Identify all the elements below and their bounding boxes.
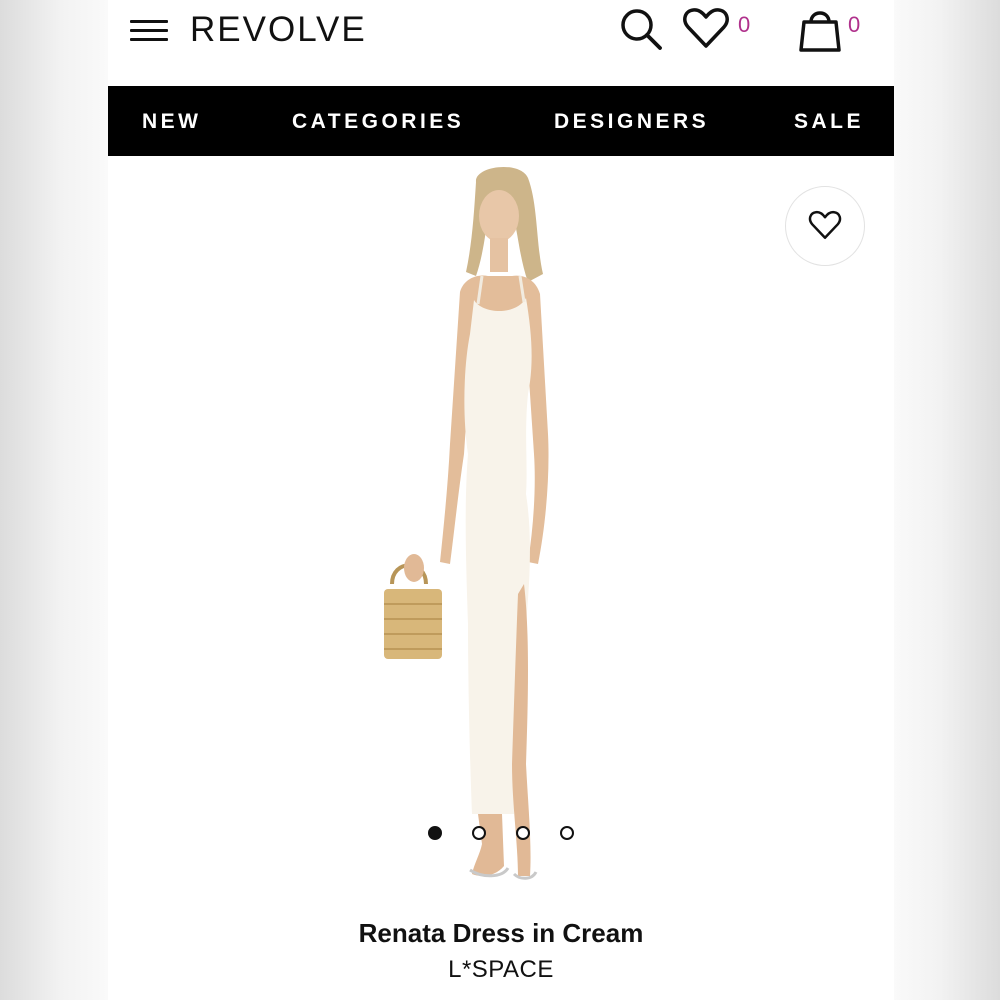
image-dot-3[interactable] bbox=[516, 826, 530, 840]
image-pagination bbox=[426, 826, 586, 846]
nav-categories[interactable]: CATEGORIES bbox=[292, 86, 464, 156]
heart-outline-icon bbox=[808, 210, 842, 239]
shopping-bag-icon[interactable] bbox=[796, 4, 844, 54]
nav-sale[interactable]: SALE bbox=[794, 86, 864, 156]
nav-designers[interactable]: DESIGNERS bbox=[554, 86, 709, 156]
main-navigation: NEW CATEGORIES DESIGNERS SALE bbox=[108, 86, 894, 156]
product-gallery bbox=[108, 156, 894, 896]
image-dot-2[interactable] bbox=[472, 826, 486, 840]
favorite-button[interactable] bbox=[785, 186, 865, 266]
product-title[interactable]: Renata Dress in Cream bbox=[108, 918, 894, 949]
brand-logo[interactable]: REVOLVE bbox=[190, 10, 367, 50]
wishlist-heart-icon[interactable] bbox=[682, 6, 730, 50]
nav-new[interactable]: NEW bbox=[142, 86, 202, 156]
image-dot-4[interactable] bbox=[560, 826, 574, 840]
product-designer[interactable]: L*SPACE bbox=[108, 956, 894, 984]
top-header: REVOLVE 0 0 bbox=[108, 0, 894, 86]
bag-count: 0 bbox=[848, 12, 861, 37]
image-dot-1[interactable] bbox=[428, 826, 442, 840]
product-image[interactable] bbox=[378, 164, 618, 889]
hamburger-menu-icon[interactable] bbox=[130, 20, 168, 42]
search-icon[interactable] bbox=[618, 6, 666, 54]
phone-screen: REVOLVE 0 0 NEW CATEGORIES DESIGNERS SAL… bbox=[108, 0, 894, 1000]
wishlist-count: 0 bbox=[738, 12, 751, 37]
